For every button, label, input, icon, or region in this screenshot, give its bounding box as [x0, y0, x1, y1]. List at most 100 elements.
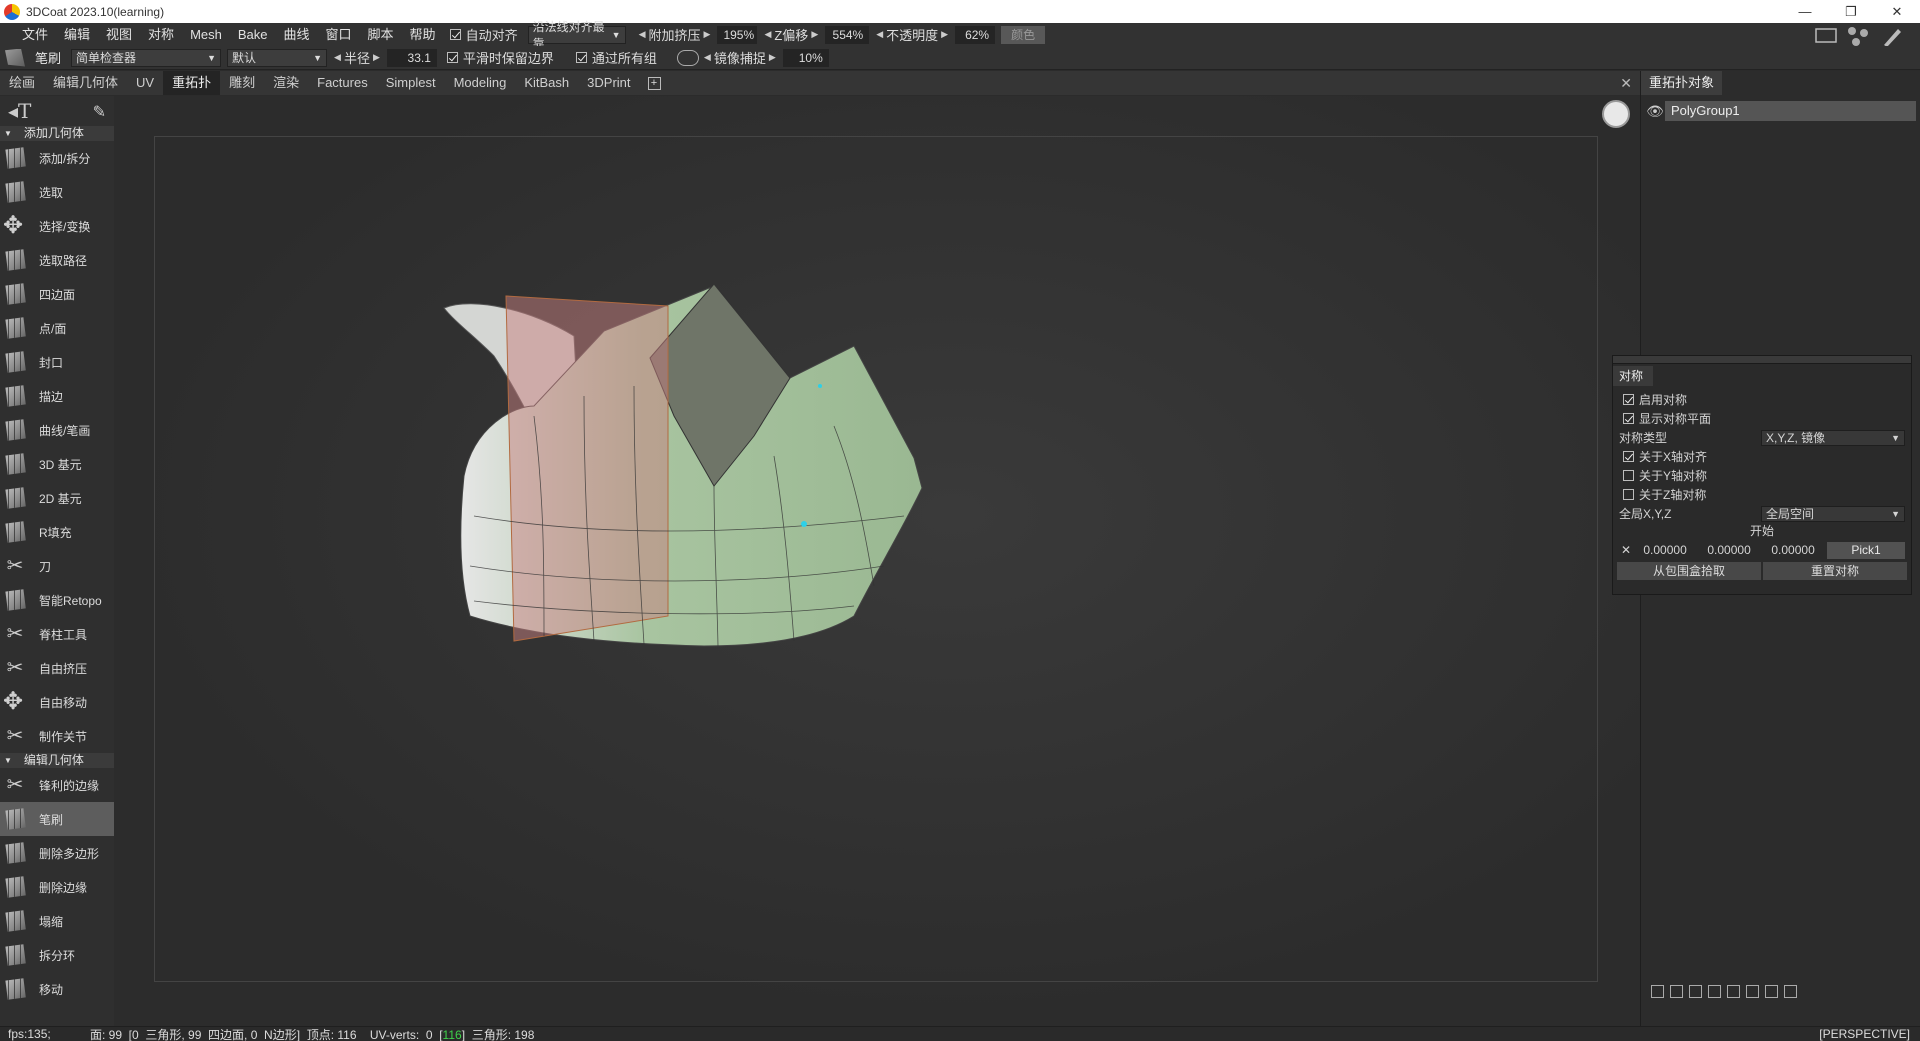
tool-item[interactable]: 曲线/笔画	[0, 413, 114, 447]
arrow-right-icon[interactable]: ▶	[370, 52, 383, 63]
through-groups-checkbox[interactable]	[575, 52, 587, 63]
tool-item[interactable]: 2D 基元	[0, 481, 114, 515]
tool-item[interactable]: 描边	[0, 379, 114, 413]
tool-item[interactable]: 封口	[0, 345, 114, 379]
auto-align-option[interactable]: 自动对齐	[449, 25, 518, 44]
tool-item[interactable]: 四边面	[0, 277, 114, 311]
opacity-spinner[interactable]: ◀ 不透明度 ▶ 62%	[873, 25, 996, 44]
arrow-right-icon[interactable]: ▶	[701, 29, 714, 40]
tool-item[interactable]: 添加/拆分	[0, 141, 114, 175]
mirror-toggle-icon[interactable]	[676, 49, 699, 66]
color-button[interactable]: 颜色	[1001, 25, 1046, 44]
about-y-option[interactable]: 关于Y轴对称	[1613, 466, 1911, 485]
3d-viewport[interactable]	[114, 96, 1640, 1026]
tool-item[interactable]: ✂ 自由挤压	[0, 651, 114, 685]
room-tab[interactable]: 3DPrint	[578, 71, 639, 95]
restore-button[interactable]: ❐	[1828, 0, 1874, 23]
info-icon[interactable]	[1727, 985, 1740, 998]
menu-item[interactable]: 编辑	[56, 23, 98, 46]
menu-item[interactable]: 视图	[98, 23, 140, 46]
room-tab[interactable]: 渲染	[264, 71, 308, 95]
section-add-geometry[interactable]: ▼ 添加几何体	[0, 126, 114, 141]
room-tab[interactable]: Simplest	[377, 71, 445, 95]
menu-item[interactable]: Bake	[230, 23, 276, 46]
grid-icon[interactable]	[1689, 985, 1702, 998]
tool-item[interactable]: 删除边缘	[0, 870, 114, 904]
start-z-field[interactable]: 0.00000	[1763, 543, 1823, 557]
text-tool-icon[interactable]: ◂T	[8, 99, 31, 123]
space-dropdown[interactable]: 全局空间 ▼	[1761, 505, 1905, 522]
camera-icon[interactable]	[1602, 100, 1630, 128]
tool-item[interactable]: 点/面	[0, 311, 114, 345]
trash-icon[interactable]	[1784, 985, 1797, 998]
tool-item[interactable]: 智能Retopo	[0, 583, 114, 617]
pick-button[interactable]: Pick1	[1827, 541, 1906, 559]
arrow-right-icon[interactable]: ▶	[766, 52, 779, 63]
mirror-snap-value[interactable]: 10%	[782, 48, 829, 67]
align-mode-dropdown[interactable]: 沿法线对齐最靠 ▼	[527, 20, 626, 51]
enable-symmetry-checkbox[interactable]	[1623, 394, 1634, 405]
minimize-button[interactable]: —	[1782, 0, 1828, 23]
keep-border-checkbox[interactable]	[446, 52, 458, 63]
merge-icon[interactable]	[1708, 985, 1721, 998]
room-tab[interactable]: KitBash	[515, 71, 578, 95]
auto-align-checkbox[interactable]	[449, 29, 461, 40]
tool-item[interactable]: 选取路径	[0, 243, 114, 277]
z-offset-value[interactable]: 554%	[825, 25, 870, 44]
nodes-icon[interactable]	[1846, 25, 1872, 47]
tool-item[interactable]: ✂ 制作关节	[0, 719, 114, 753]
tool-item[interactable]: 塌缩	[0, 904, 114, 938]
teapot-mesh[interactable]	[114, 96, 1640, 1026]
menu-item[interactable]: Mesh	[182, 23, 230, 46]
enable-symmetry-option[interactable]: 启用对称	[1613, 390, 1911, 409]
arrow-left-icon[interactable]: ◀	[701, 52, 714, 63]
pencil-icon[interactable]: ✎	[93, 102, 106, 121]
room-tab[interactable]: 重拓扑	[163, 71, 221, 95]
symmetry-title[interactable]: 对称	[1613, 366, 1653, 386]
radius-spinner[interactable]: ◀ 半径 ▶ 33.1	[331, 48, 437, 67]
add-room-icon[interactable]: +	[647, 76, 661, 90]
room-tab[interactable]: 绘画	[0, 71, 44, 95]
add-layer-icon[interactable]	[1651, 985, 1664, 998]
radius-value[interactable]: 33.1	[386, 48, 437, 67]
menu-item[interactable]: 脚本	[360, 23, 402, 46]
menu-item[interactable]: 帮助	[402, 23, 444, 46]
show-plane-checkbox[interactable]	[1623, 413, 1634, 424]
object-name[interactable]: PolyGroup1	[1665, 101, 1916, 121]
clear-icon[interactable]: ✕	[1621, 543, 1631, 557]
about-x-checkbox[interactable]	[1623, 451, 1634, 462]
show-plane-option[interactable]: 显示对称平面	[1613, 409, 1911, 428]
about-z-checkbox[interactable]	[1623, 489, 1634, 500]
tool-item[interactable]: 3D 基元	[0, 447, 114, 481]
tool-item[interactable]: 笔刷	[0, 802, 114, 836]
z-offset-spinner[interactable]: ◀ Z偏移 ▶ 554%	[761, 25, 870, 44]
eye-icon[interactable]: 👁	[1645, 103, 1665, 120]
arrow-left-icon[interactable]: ◀	[331, 52, 344, 63]
about-y-checkbox[interactable]	[1623, 470, 1634, 481]
arrow-left-icon[interactable]: ◀	[636, 29, 649, 40]
close-icon[interactable]: ✕	[1620, 75, 1632, 92]
object-row[interactable]: 👁 PolyGroup1	[1645, 101, 1916, 121]
arrow-right-icon[interactable]: ▶	[938, 29, 951, 40]
arrow-left-icon[interactable]: ◀	[873, 29, 886, 40]
panel-grip[interactable]	[1613, 356, 1911, 364]
symmetry-type-dropdown[interactable]: X,Y,Z, 镜像 ▼	[1761, 429, 1905, 446]
tool-item[interactable]: 自由移动	[0, 685, 114, 719]
section-edit-geometry[interactable]: ▼ 编辑几何体	[0, 753, 114, 768]
extra-extrude-spinner[interactable]: ◀ 附加挤压 ▶ 195%	[636, 25, 758, 44]
copy-layer-icon[interactable]	[1670, 985, 1683, 998]
reset-symmetry-button[interactable]: 重置对称	[1763, 562, 1907, 580]
tool-item[interactable]: ✂ 刀	[0, 549, 114, 583]
start-x-field[interactable]: 0.00000	[1635, 543, 1695, 557]
menu-item[interactable]: 对称	[140, 23, 182, 46]
tool-item[interactable]: 移动	[0, 972, 114, 1006]
menu-item[interactable]: 文件	[14, 23, 56, 46]
through-groups-option[interactable]: 通过所有组	[575, 48, 657, 67]
tool-item[interactable]: ✂ 脊柱工具	[0, 617, 114, 651]
room-tab[interactable]: Modeling	[445, 71, 516, 95]
menu-item[interactable]: 曲线	[276, 23, 318, 46]
preset-dropdown[interactable]: 简单检查器 ▼	[71, 48, 222, 67]
room-tab[interactable]: 雕刻	[220, 71, 264, 95]
room-tab[interactable]: UV	[127, 71, 163, 95]
start-y-field[interactable]: 0.00000	[1699, 543, 1759, 557]
